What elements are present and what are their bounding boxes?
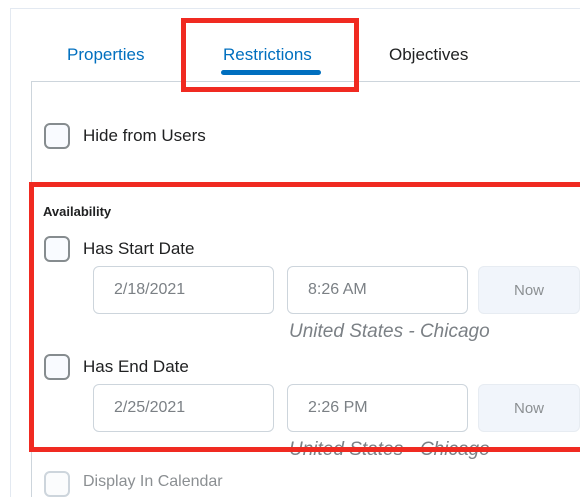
hide-from-users-label: Hide from Users (83, 126, 206, 145)
content-frame: Properties Restrictions Objectives Hide … (10, 8, 580, 497)
start-date-input[interactable]: 2/18/2021 (93, 266, 274, 314)
availability-title: Availability (43, 204, 112, 219)
end-date-input[interactable]: 2/25/2021 (93, 384, 274, 432)
restrictions-panel: Hide from Users Availability Has Start D… (31, 81, 580, 497)
start-now-button[interactable]: Now (478, 266, 580, 314)
tab-restrictions[interactable]: Restrictions (223, 45, 312, 65)
end-time-input[interactable]: 2:26 PM (287, 384, 468, 432)
start-time-input[interactable]: 8:26 AM (287, 266, 468, 314)
end-now-button[interactable]: Now (478, 384, 580, 432)
tab-bar: Properties Restrictions Objectives (11, 9, 580, 89)
hide-from-users-checkbox[interactable] (44, 123, 70, 149)
display-in-calendar-label: Display In Calendar (83, 473, 223, 490)
tab-objectives[interactable]: Objectives (389, 45, 468, 65)
has-end-date-label: Has End Date (83, 357, 189, 376)
display-in-calendar-checkbox[interactable] (44, 471, 70, 497)
active-tab-indicator (221, 70, 321, 75)
has-end-date-checkbox[interactable] (44, 354, 70, 380)
start-timezone: United States - Chicago (289, 321, 490, 342)
has-start-date-label: Has Start Date (83, 239, 195, 258)
has-start-date-checkbox[interactable] (44, 236, 70, 262)
tab-properties[interactable]: Properties (67, 45, 144, 65)
end-timezone: United States - Chicago (289, 439, 490, 460)
